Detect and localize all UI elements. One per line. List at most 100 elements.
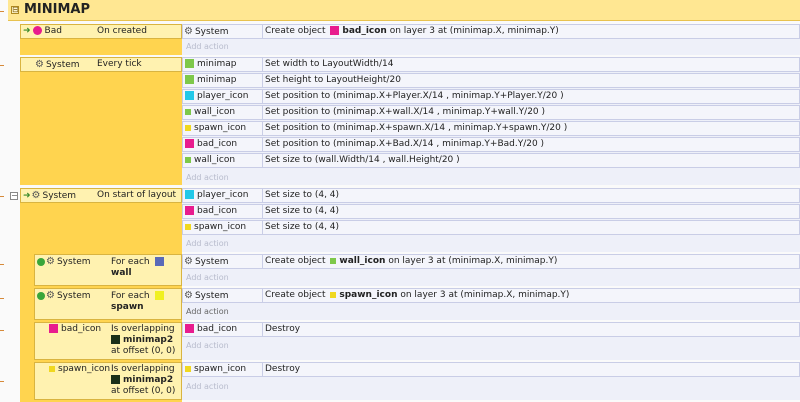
action-row[interactable]: bad_icon Set position to (minimap.X+Bad.… xyxy=(182,137,800,152)
subevent-bad-icon-overlapping[interactable]: bad_icon Is overlapping minimap2 at offse… xyxy=(34,322,182,360)
gear-icon: ⚙ xyxy=(31,190,41,201)
action-row[interactable]: ⚙ System Create object wall_icon on layer… xyxy=(182,254,800,269)
gear-icon: ⚙ xyxy=(184,290,193,301)
action-row[interactable]: bad_icon Destroy xyxy=(182,322,800,337)
trigger-arrow-icon: ➜ xyxy=(23,26,31,36)
condition-text: For each spawn xyxy=(111,291,167,313)
player-icon-swatch xyxy=(185,190,194,199)
action-row[interactable]: player_icon Set position to (minimap.X+P… xyxy=(182,89,800,104)
add-action-link[interactable]: Add action xyxy=(186,339,229,352)
action-text: Create object bad_icon on layer 3 at (mi… xyxy=(265,26,559,36)
wall-icon-swatch xyxy=(185,156,191,163)
action-row[interactable]: bad_icon Set size to (4, 4) xyxy=(182,204,800,219)
condition-object: spawn_icon xyxy=(58,364,111,374)
condition-row[interactable]: ⚙ System For each spawn xyxy=(34,288,182,320)
add-action-link[interactable]: Add action xyxy=(186,380,229,393)
condition-text: For each wall xyxy=(111,257,167,279)
wall-icon-swatch xyxy=(185,108,191,115)
spawn-icon-swatch xyxy=(185,124,191,131)
action-row[interactable]: spawn_icon Set position to (minimap.X+sp… xyxy=(182,121,800,136)
condition-object: System xyxy=(42,191,77,201)
condition-object: System xyxy=(45,60,80,70)
action-text: Set size to (4, 4) xyxy=(265,190,340,200)
subevent-for-each-spawn[interactable]: ⚙ System For each spawn xyxy=(34,288,182,320)
player-icon-swatch xyxy=(185,91,194,100)
spawn-icon-swatch xyxy=(49,365,55,372)
condition-text: On created xyxy=(97,26,147,36)
wall-sprite-icon xyxy=(154,257,164,266)
action-row[interactable]: minimap Set height to LayoutHeight/20 xyxy=(182,73,800,88)
trigger-arrow-icon: ➜ xyxy=(23,191,31,201)
group-title: MINIMAP xyxy=(24,2,91,17)
action-row[interactable]: player_icon Set size to (4, 4) xyxy=(182,188,800,203)
bad-icon-swatch xyxy=(185,206,194,215)
condition-text: On start of layout xyxy=(97,190,177,200)
condition-object: Bad xyxy=(44,26,62,36)
condition-row[interactable]: bad_icon Is overlapping minimap2 at offse… xyxy=(34,322,182,360)
bad-icon-swatch xyxy=(49,324,58,333)
action-row[interactable]: minimap Set width to LayoutWidth/14 xyxy=(182,57,800,72)
gear-icon: ⚙ xyxy=(184,26,193,37)
minimap2-sprite-icon xyxy=(111,375,120,384)
action-text: Set size to (wall.Width/14 , wall.Height… xyxy=(265,155,460,165)
condition-row[interactable]: spawn_icon Is overlapping minimap2 at off… xyxy=(34,362,182,400)
collapse-toggle[interactable]: − xyxy=(10,192,18,200)
add-action-link[interactable]: Add action xyxy=(186,305,229,318)
minimap-sprite-icon xyxy=(185,75,194,84)
bad-icon-swatch xyxy=(185,324,194,333)
bad-icon-swatch xyxy=(330,26,340,35)
loop-icon xyxy=(37,257,45,266)
bad-icon-swatch xyxy=(185,139,194,148)
add-action-link[interactable]: Add action xyxy=(186,171,229,184)
action-row[interactable]: ⚙ System Create object spawn_icon on laye… xyxy=(182,288,800,303)
action-text: Set width to LayoutWidth/14 xyxy=(265,59,394,69)
add-action-link[interactable]: Add action xyxy=(186,40,229,53)
minimap-sprite-icon xyxy=(185,59,194,68)
condition-object: System xyxy=(56,257,91,267)
condition-object: bad_icon xyxy=(61,324,102,334)
subevent-spawn-icon-overlapping[interactable]: spawn_icon Is overlapping minimap2 at off… xyxy=(34,362,182,400)
add-action-link[interactable]: Add action xyxy=(186,237,229,250)
bad-sprite-icon xyxy=(32,26,42,35)
condition-row[interactable]: ⚙ System For each wall xyxy=(34,254,182,286)
action-object: System xyxy=(194,27,229,37)
condition-text: Every tick xyxy=(97,59,142,69)
event-group-minimap[interactable]: ⊟ MINIMAP xyxy=(8,0,800,21)
action-row[interactable]: spawn_icon Set size to (4, 4) xyxy=(182,220,800,235)
gear-icon: ⚙ xyxy=(35,59,44,70)
action-text: Destroy xyxy=(265,364,301,374)
condition-row[interactable]: ➜⚙ System On start of layout xyxy=(20,188,182,203)
subevent-for-each-wall[interactable]: ⚙ System For each wall xyxy=(34,254,182,286)
gear-icon: ⚙ xyxy=(46,256,55,267)
condition-text: Is overlapping minimap2 at offset (0, 0) xyxy=(111,364,176,396)
condition-row[interactable]: ➜ Bad On created xyxy=(20,24,182,39)
condition-row[interactable]: ⚙ System Every tick xyxy=(20,57,182,72)
condition-object: System xyxy=(56,291,91,301)
action-text: Set position to (minimap.X+spawn.X/14 , … xyxy=(265,123,568,133)
action-text: Set size to (4, 4) xyxy=(265,222,340,232)
wall-icon-swatch xyxy=(330,257,337,264)
action-text: Set size to (4, 4) xyxy=(265,206,340,216)
action-row[interactable]: wall_icon Set position to (minimap.X+wal… xyxy=(182,105,800,120)
action-text: Create object spawn_icon on layer 3 at (… xyxy=(265,290,570,300)
action-text: Destroy xyxy=(265,324,301,334)
spawn-icon-swatch xyxy=(185,223,191,230)
spawn-icon-swatch xyxy=(330,291,337,298)
action-text: Set position to (minimap.X+Bad.X/14 , mi… xyxy=(265,139,545,149)
action-text: Set height to LayoutHeight/20 xyxy=(265,75,401,85)
action-text: Set position to (minimap.X+Player.X/14 ,… xyxy=(265,91,564,101)
add-action-link[interactable]: Add action xyxy=(186,271,229,284)
action-row[interactable]: ⚙ System Create object bad_icon on layer … xyxy=(182,24,800,39)
group-collapse-toggle[interactable]: ⊟ xyxy=(11,6,19,14)
gear-icon: ⚙ xyxy=(184,256,193,267)
loop-icon xyxy=(37,291,45,300)
action-row[interactable]: spawn_icon Destroy xyxy=(182,362,800,377)
event-system-every-tick[interactable]: ⚙ System Every tick xyxy=(20,57,182,185)
action-text: Create object wall_icon on layer 3 at (m… xyxy=(265,256,558,266)
action-row[interactable]: wall_icon Set size to (wall.Width/14 , w… xyxy=(182,153,800,168)
condition-text: Is overlapping minimap2 at offset (0, 0) xyxy=(111,324,176,356)
event-bad-on-created[interactable]: ➜ Bad On created xyxy=(20,24,182,55)
spawn-icon-swatch xyxy=(185,365,191,372)
gear-icon: ⚙ xyxy=(46,290,55,301)
action-text: Set position to (minimap.X+wall.X/14 , m… xyxy=(265,107,546,117)
